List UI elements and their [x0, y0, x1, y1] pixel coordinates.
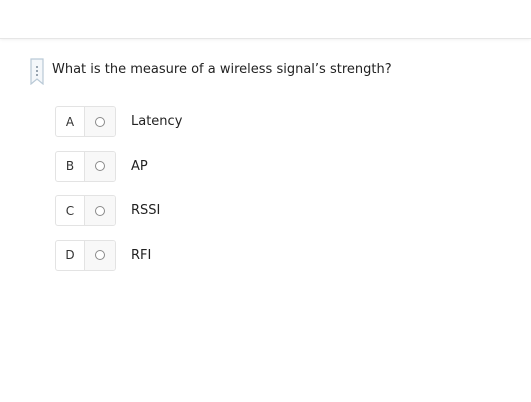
option-d-selector[interactable]: D: [55, 239, 116, 271]
option-d[interactable]: D RFI: [55, 239, 182, 271]
option-letter: C: [56, 196, 85, 225]
option-label[interactable]: AP: [131, 159, 148, 174]
option-label[interactable]: RFI: [131, 248, 151, 263]
option-b-selector[interactable]: B: [55, 150, 116, 182]
bookmark-flag-icon[interactable]: [30, 58, 44, 85]
answer-options: A Latency B AP C RSSI D RFI: [55, 106, 182, 284]
option-label[interactable]: RSSI: [131, 203, 160, 218]
option-letter: B: [56, 151, 85, 181]
question-text: What is the measure of a wireless signal…: [52, 62, 392, 77]
radio-cell[interactable]: [85, 151, 115, 181]
option-label[interactable]: Latency: [131, 114, 182, 129]
option-a-selector[interactable]: A: [55, 106, 116, 137]
question-row: What is the measure of a wireless signal…: [30, 58, 392, 85]
radio-button-icon[interactable]: [95, 250, 105, 260]
option-letter: A: [56, 107, 85, 136]
option-c[interactable]: C RSSI: [55, 195, 182, 226]
radio-button-icon[interactable]: [95, 116, 105, 127]
radio-cell[interactable]: [85, 240, 115, 270]
radio-cell[interactable]: [85, 196, 115, 225]
option-letter: D: [56, 240, 85, 270]
option-b[interactable]: B AP: [55, 150, 182, 182]
radio-cell[interactable]: [85, 107, 115, 136]
option-a[interactable]: A Latency: [55, 106, 182, 137]
top-bar: [0, 0, 531, 39]
option-c-selector[interactable]: C: [55, 195, 116, 226]
radio-button-icon[interactable]: [95, 161, 105, 171]
radio-button-icon[interactable]: [95, 205, 105, 216]
